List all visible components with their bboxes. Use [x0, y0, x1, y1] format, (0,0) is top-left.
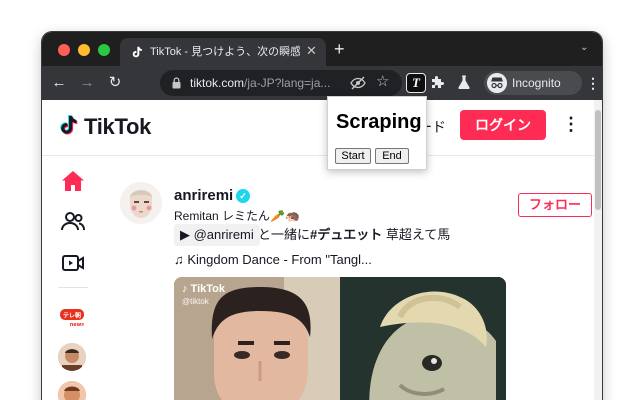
tiktok-sidebar: テレ朝 news [42, 157, 104, 400]
extensions-puzzle-icon[interactable] [430, 74, 446, 90]
follow-button[interactable]: フォロー [518, 193, 592, 217]
tiktok-page: TikTok ード ログイン ⋮ テレ朝 news anriremi ✓ Rem… [42, 100, 602, 400]
video-left-pane: ♪ TikTok @tiktok [174, 277, 340, 400]
labs-flask-icon[interactable] [456, 74, 472, 90]
end-button[interactable]: End [375, 148, 409, 164]
tab-close-icon[interactable]: ✕ [306, 44, 317, 58]
browser-toolbar: ← → ↻ tiktok.com/ja-JP?lang=ja... ☆ T In… [42, 66, 602, 100]
back-button[interactable]: ← [50, 74, 68, 92]
tiktok-favicon-icon [132, 46, 142, 58]
eye-slash-icon[interactable] [350, 76, 366, 90]
login-button[interactable]: ログイン [460, 110, 546, 140]
svg-text:news: news [70, 322, 85, 328]
horse-character-video-frame [340, 277, 506, 400]
video-right-pane [340, 277, 506, 400]
person-avatar-icon [58, 343, 86, 371]
tab-strip: TikTok - 見つけよう、次の瞬感を ✕ + ⌄ [42, 32, 602, 66]
new-tab-button[interactable]: + [334, 40, 345, 58]
person-avatar-icon [58, 381, 86, 400]
forward-button[interactable]: → [78, 74, 96, 92]
svg-text:テレ朝: テレ朝 [63, 312, 81, 320]
incognito-icon [487, 73, 507, 93]
url-text[interactable]: tiktok.com/ja-JP?lang=ja... [190, 75, 340, 91]
hashtag-link[interactable]: #デュエット [310, 227, 382, 242]
maximize-window-button[interactable] [98, 44, 110, 56]
sidebar-divider [58, 287, 88, 288]
page-scrollbar-thumb[interactable] [595, 110, 601, 210]
video-player[interactable]: ♪ TikTok @tiktok [174, 277, 506, 400]
following-users-icon[interactable] [60, 209, 86, 233]
tiktok-logo-icon[interactable] [58, 114, 80, 138]
start-button[interactable]: Start [335, 148, 371, 164]
scraper-extension-popup: Scraping Start End [327, 96, 427, 170]
video-handle-watermark: @tiktok [182, 297, 209, 306]
address-bar[interactable]: tiktok.com/ja-JP?lang=ja... ☆ [160, 70, 402, 96]
verified-badge-icon: ✓ [236, 189, 250, 203]
sidebar-account-avatar[interactable]: テレ朝 news [58, 303, 86, 331]
post-nickname: Remitan レミたん🥕🦔 [174, 209, 300, 223]
post-author-avatar[interactable] [120, 182, 162, 224]
bookmark-star-icon[interactable]: ☆ [376, 73, 389, 91]
home-icon[interactable] [60, 169, 86, 193]
minimize-window-button[interactable] [78, 44, 90, 56]
video-tiktok-watermark: ♪ TikTok [182, 283, 225, 295]
author-face-icon [120, 182, 162, 224]
music-link[interactable]: ♫ Kingdom Dance - From "Tangl... [174, 251, 372, 269]
sidebar-account-avatar[interactable] [58, 381, 86, 400]
tiktok-header: TikTok ード ログイン ⋮ [42, 100, 594, 156]
lock-icon[interactable] [172, 77, 181, 89]
incognito-profile-button[interactable]: Incognito [484, 71, 582, 95]
tab-title: TikTok - 見つけよう、次の瞬感を [150, 46, 300, 58]
browser-window: TikTok - 見つけよう、次の瞬感を ✕ + ⌄ ← → ↻ tiktok.… [42, 32, 602, 400]
screenshot-stage: TikTok - 見つけよう、次の瞬感を ✕ + ⌄ ← → ↻ tiktok.… [0, 0, 640, 400]
tiktok-wordmark[interactable]: TikTok [84, 114, 151, 140]
tv-asahi-news-logo-icon: テレ朝 news [60, 309, 85, 328]
scraper-extension-icon[interactable]: T [406, 73, 426, 93]
tab-search-chevron-icon[interactable]: ⌄ [580, 42, 588, 53]
post-description: と一緒に#デュエット 草超えて馬 [258, 227, 451, 242]
popup-title: Scraping [336, 111, 422, 133]
live-video-icon[interactable] [60, 251, 86, 275]
reload-button[interactable]: ↻ [106, 74, 124, 92]
close-window-button[interactable] [58, 44, 70, 56]
incognito-label: Incognito [512, 76, 561, 90]
sidebar-account-avatar[interactable] [58, 343, 86, 371]
more-options-icon[interactable]: ⋮ [562, 112, 580, 136]
post-username[interactable]: anriremi [174, 187, 233, 205]
browser-tab[interactable]: TikTok - 見つけよう、次の瞬感を ✕ [120, 38, 326, 66]
duet-mention-link[interactable]: ▶ @anriremi [174, 224, 260, 246]
browser-menu-icon[interactable]: ⋮ [586, 74, 600, 92]
